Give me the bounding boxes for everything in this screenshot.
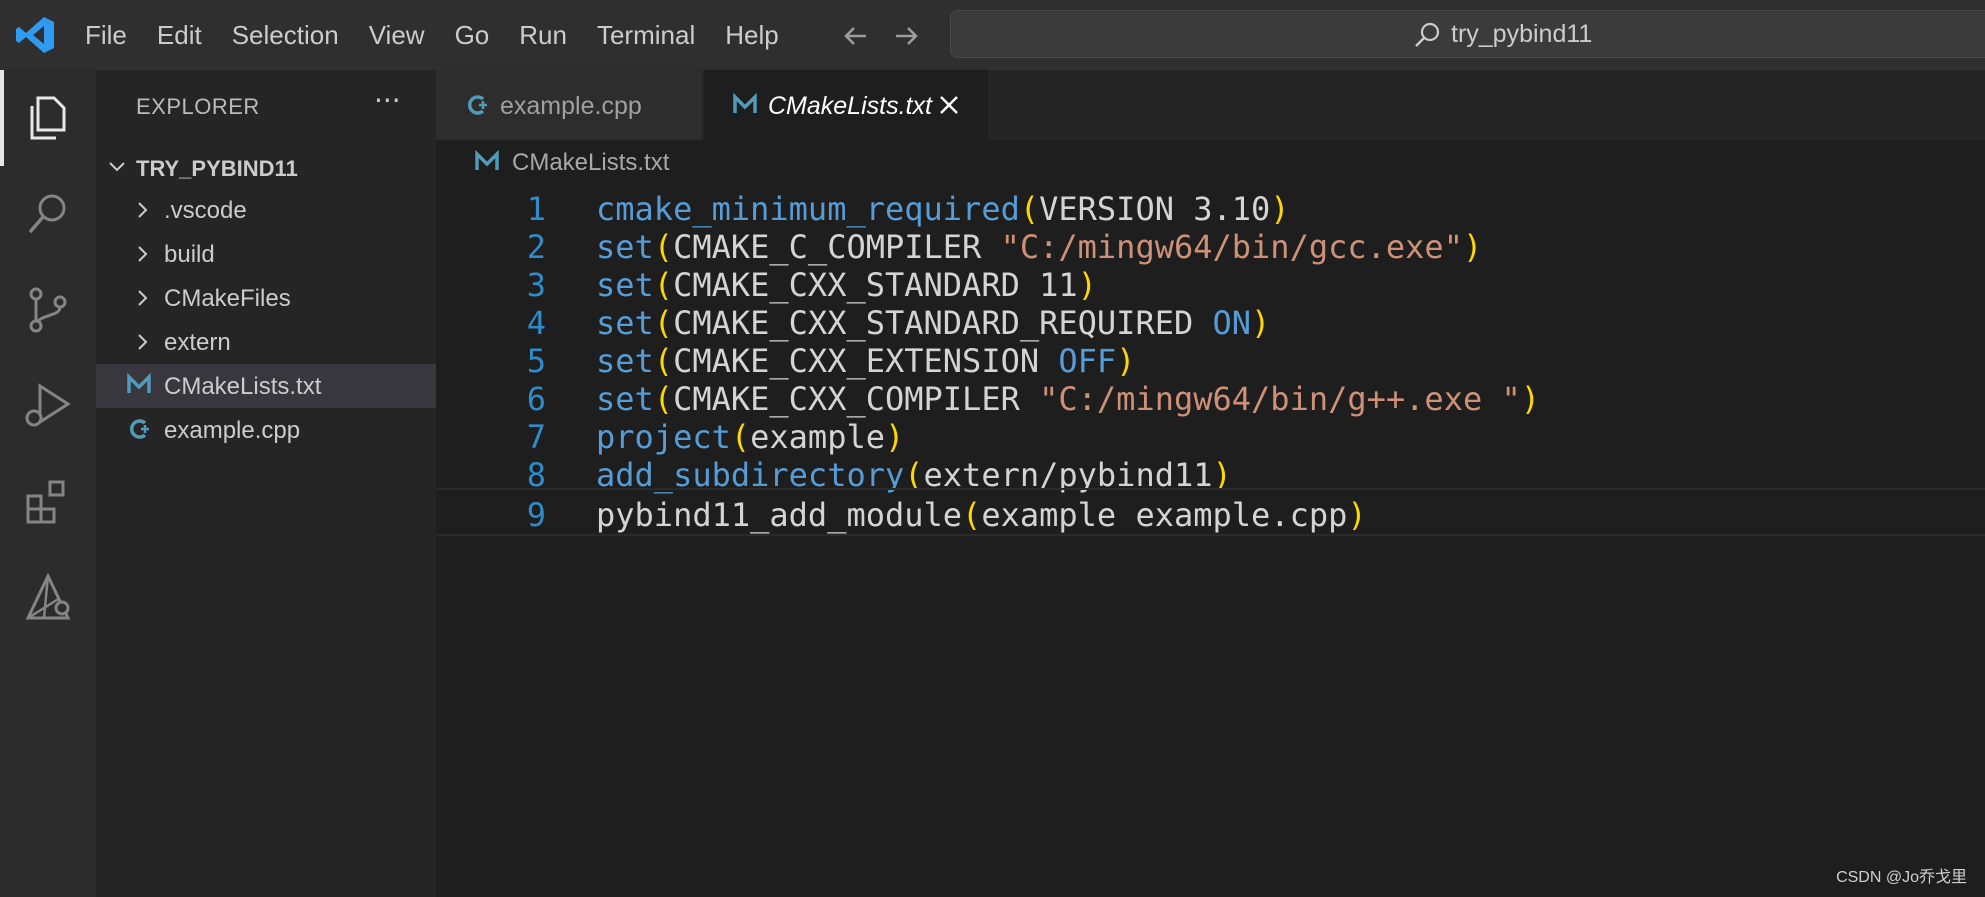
forward-arrow-icon[interactable] <box>888 18 924 54</box>
code-line[interactable]: 9 pybind11_add_module(example example.cpp… <box>436 488 1985 536</box>
tab-label: example.cpp <box>500 92 642 120</box>
code-token: ) <box>1347 496 1367 534</box>
close-icon[interactable] <box>938 94 960 116</box>
back-arrow-icon[interactable] <box>838 18 874 54</box>
menu-terminal[interactable]: Terminal <box>582 20 710 51</box>
explorer-title: EXPLORER <box>136 94 260 119</box>
command-center-text: try_pybind11 <box>1451 20 1593 48</box>
title-bar: File Edit Selection View Go Run Terminal… <box>0 0 1985 70</box>
code-token: ( <box>962 496 982 534</box>
tree-item-vscode[interactable]: .vscode <box>96 188 436 232</box>
tab-label: CMakeLists.txt <box>768 92 932 120</box>
search-icon <box>1415 22 1440 47</box>
tree-item-cmakefiles[interactable]: CMakeFiles <box>96 276 436 320</box>
menu-view[interactable]: View <box>354 20 440 51</box>
chevron-down-icon <box>109 162 125 172</box>
root-folder-label: TRY_PYBIND11 <box>136 156 298 181</box>
code-editor[interactable]: 1 cmake_minimum_required(VERSION 3.10) 2 se… <box>436 184 1985 897</box>
activity-bar <box>0 70 96 897</box>
file-tree: .vscode build CMakeFiles extern CMakeLis… <box>96 188 436 452</box>
menu-edit[interactable]: Edit <box>142 20 217 51</box>
code-text: pybind11_add_module(example example.cpp) <box>596 496 1367 534</box>
line-number: 9 <box>526 496 546 534</box>
watermark: CSDN @Jo乔戈里 <box>1836 869 1967 886</box>
cmake-file-icon <box>475 150 499 170</box>
root-folder[interactable]: TRY_PYBIND11 <box>96 148 436 188</box>
tree-item-extern[interactable]: extern <box>96 320 436 364</box>
explorer-sidebar: EXPLORER ··· TRY_PYBIND11 .vscode build … <box>96 70 436 897</box>
search-view-icon[interactable] <box>20 186 76 242</box>
code-token: pybind11_add_module <box>596 496 963 534</box>
active-indicator <box>0 70 4 166</box>
tree-item-label: CMakeLists.txt <box>164 373 322 400</box>
menu-selection[interactable]: Selection <box>217 20 354 51</box>
tree-item-label: extern <box>164 329 231 356</box>
chevron-right-icon <box>138 290 148 306</box>
tree-item-build[interactable]: build <box>96 232 436 276</box>
menu-help[interactable]: Help <box>710 20 793 51</box>
code-token: example example.cpp <box>981 496 1348 534</box>
tab-cmakelists[interactable]: CMakeLists.txt <box>704 70 988 140</box>
source-control-icon[interactable] <box>20 282 76 338</box>
tree-item-example-cpp[interactable]: example.cpp <box>96 408 436 452</box>
extensions-icon[interactable] <box>20 474 76 530</box>
editor-tab-bar: example.cpp CMakeLists.txt <box>436 70 1985 140</box>
menu-file[interactable]: File <box>70 20 142 51</box>
breadcrumb-item[interactable]: CMakeLists.txt <box>512 149 669 177</box>
run-debug-icon[interactable] <box>20 378 76 434</box>
cpp-file-icon <box>129 419 149 439</box>
breadcrumb: CMakeLists.txt <box>436 140 1985 184</box>
command-center[interactable]: try_pybind11 <box>950 10 1985 58</box>
tree-item-label: CMakeFiles <box>164 285 291 312</box>
cpp-file-icon <box>467 95 487 115</box>
menu-go[interactable]: Go <box>440 20 505 51</box>
more-actions-icon[interactable]: ··· <box>374 84 401 117</box>
vscode-logo-icon[interactable] <box>14 14 56 56</box>
explorer-icon[interactable] <box>20 90 76 146</box>
tree-item-cmakelists[interactable]: CMakeLists.txt <box>96 364 436 408</box>
cmake-file-icon <box>127 372 151 393</box>
chevron-right-icon <box>138 246 148 262</box>
menu-run[interactable]: Run <box>504 20 582 51</box>
chevron-right-icon <box>138 202 148 218</box>
menu-bar: File Edit Selection View Go Run Terminal… <box>70 0 794 70</box>
tree-item-label: example.cpp <box>164 417 301 444</box>
tab-example-cpp[interactable]: example.cpp <box>436 70 702 140</box>
tree-item-label: build <box>164 241 215 268</box>
chevron-right-icon <box>138 334 148 350</box>
cmake-file-icon <box>733 92 757 113</box>
cmake-tools-icon[interactable] <box>20 570 76 626</box>
tree-item-label: .vscode <box>164 197 247 224</box>
